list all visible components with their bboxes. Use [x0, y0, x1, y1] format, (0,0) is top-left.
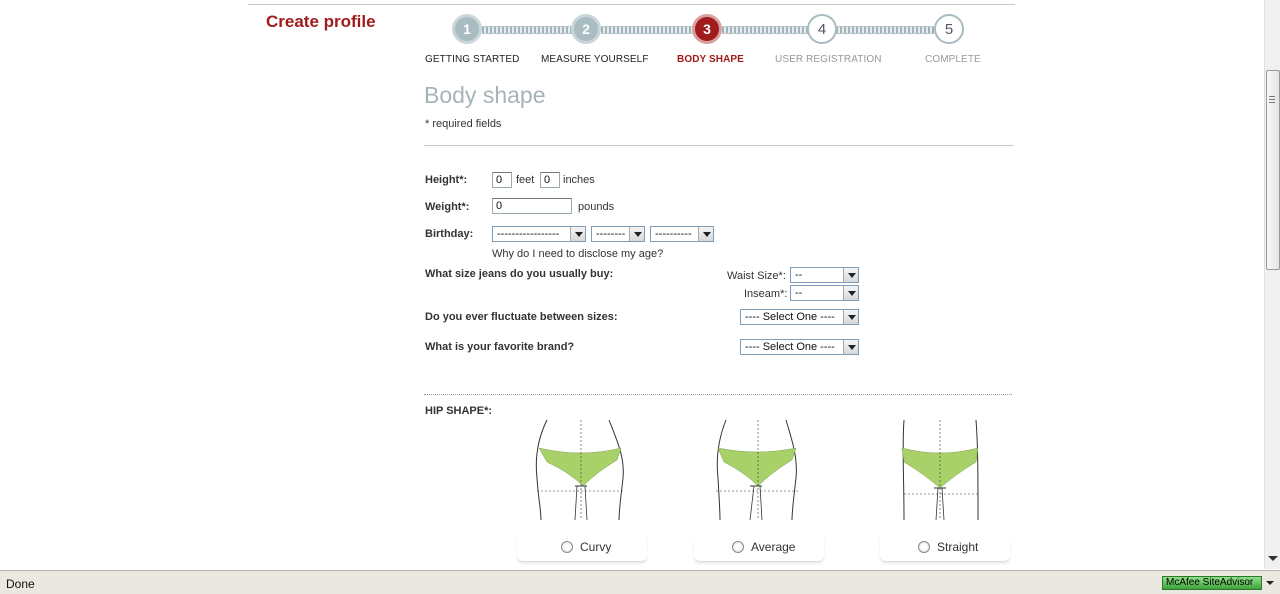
jeans-size-label: What size jeans do you usually buy: — [425, 268, 614, 280]
section-divider — [424, 145, 1014, 146]
straight-label: Straight — [937, 540, 979, 554]
step-5-circle: 5 — [934, 14, 964, 44]
step-1-label: GETTING STARTED — [425, 54, 520, 65]
page-viewport: Create profile 1 2 3 4 5 GETTING STARTED… — [0, 0, 1264, 569]
step-3-label: BODY SHAPE — [677, 54, 744, 65]
brand-label: What is your favorite brand? — [425, 341, 575, 353]
dropdown-arrow-icon — [629, 227, 644, 241]
weight-label: Weight*: — [425, 201, 470, 213]
dropdown-arrow-icon — [843, 340, 858, 354]
curvy-radio[interactable] — [561, 541, 573, 553]
waist-size-label: Waist Size*: — [727, 270, 786, 282]
curvy-hip-illustration — [535, 419, 625, 521]
step-5-label: COMPLETE — [925, 54, 981, 65]
step-4-circle: 4 — [807, 14, 837, 44]
page-title: Create profile — [266, 12, 376, 31]
height-label: Height*: — [425, 174, 468, 186]
progress-track — [601, 26, 693, 34]
curvy-label: Curvy — [580, 540, 612, 554]
dropdown-arrow-icon — [570, 227, 585, 241]
birthday-label: Birthday: — [425, 228, 474, 240]
chevron-down-icon[interactable] — [1266, 581, 1274, 585]
birthday-day-select[interactable]: -------- — [591, 226, 645, 242]
step-1-circle[interactable]: 1 — [452, 14, 482, 44]
scrollbar-grip-icon — [1269, 96, 1275, 104]
scroll-down-arrow-icon[interactable] — [1268, 556, 1278, 561]
age-disclosure-link[interactable]: Why do I need to disclose my age? — [492, 248, 663, 260]
birthday-month-select[interactable]: ----------------- — [492, 226, 586, 242]
browser-status-bar: Done McAfee SiteAdvisor — [0, 570, 1280, 594]
brand-value: ---- Select One ---- — [745, 341, 835, 353]
average-radio[interactable] — [732, 541, 744, 553]
fluctuate-select[interactable]: ---- Select One ---- — [740, 309, 859, 325]
siteadvisor-badge[interactable]: McAfee SiteAdvisor — [1162, 576, 1262, 590]
dropdown-arrow-icon — [698, 227, 713, 241]
step-3-circle: 3 — [692, 14, 722, 44]
section-title: Body shape — [424, 82, 546, 108]
progress-track — [722, 26, 808, 34]
weight-unit: pounds — [578, 201, 615, 213]
hip-shape-label: HIP SHAPE*: — [425, 405, 493, 417]
average-hip-illustration — [716, 419, 798, 521]
weight-input[interactable]: 0 — [492, 198, 572, 214]
average-label: Average — [751, 540, 796, 554]
dotted-divider — [424, 394, 1012, 395]
brand-select[interactable]: ---- Select One ---- — [740, 339, 859, 355]
fluctuate-value: ---- Select One ---- — [745, 311, 835, 323]
feet-unit: feet — [516, 174, 535, 186]
birthday-year-select[interactable]: ---------- — [650, 226, 714, 242]
dropdown-arrow-icon — [843, 286, 858, 300]
height-feet-input[interactable]: 0 — [492, 172, 512, 188]
progress-track — [836, 26, 936, 34]
straight-hip-illustration — [901, 419, 979, 521]
straight-radio[interactable] — [918, 541, 930, 553]
required-note: * required fields — [425, 118, 502, 130]
dropdown-arrow-icon — [843, 310, 858, 324]
inseam-label: Inseam*: — [744, 288, 788, 300]
dropdown-arrow-icon — [843, 268, 858, 282]
top-divider — [248, 4, 1015, 5]
step-4-label: USER REGISTRATION — [775, 54, 882, 65]
height-inches-input[interactable]: 0 — [540, 172, 560, 188]
step-2-label: MEASURE YOURSELF — [541, 54, 649, 65]
inseam-select[interactable]: -- — [790, 285, 859, 301]
vertical-scrollbar[interactable] — [1264, 0, 1280, 569]
status-text: Done — [6, 577, 35, 591]
inches-unit: inches — [563, 174, 595, 186]
step-2-circle[interactable]: 2 — [571, 14, 601, 44]
fluctuate-label: Do you ever fluctuate between sizes: — [425, 311, 618, 323]
progress-track — [482, 26, 572, 34]
waist-size-select[interactable]: -- — [790, 267, 859, 283]
